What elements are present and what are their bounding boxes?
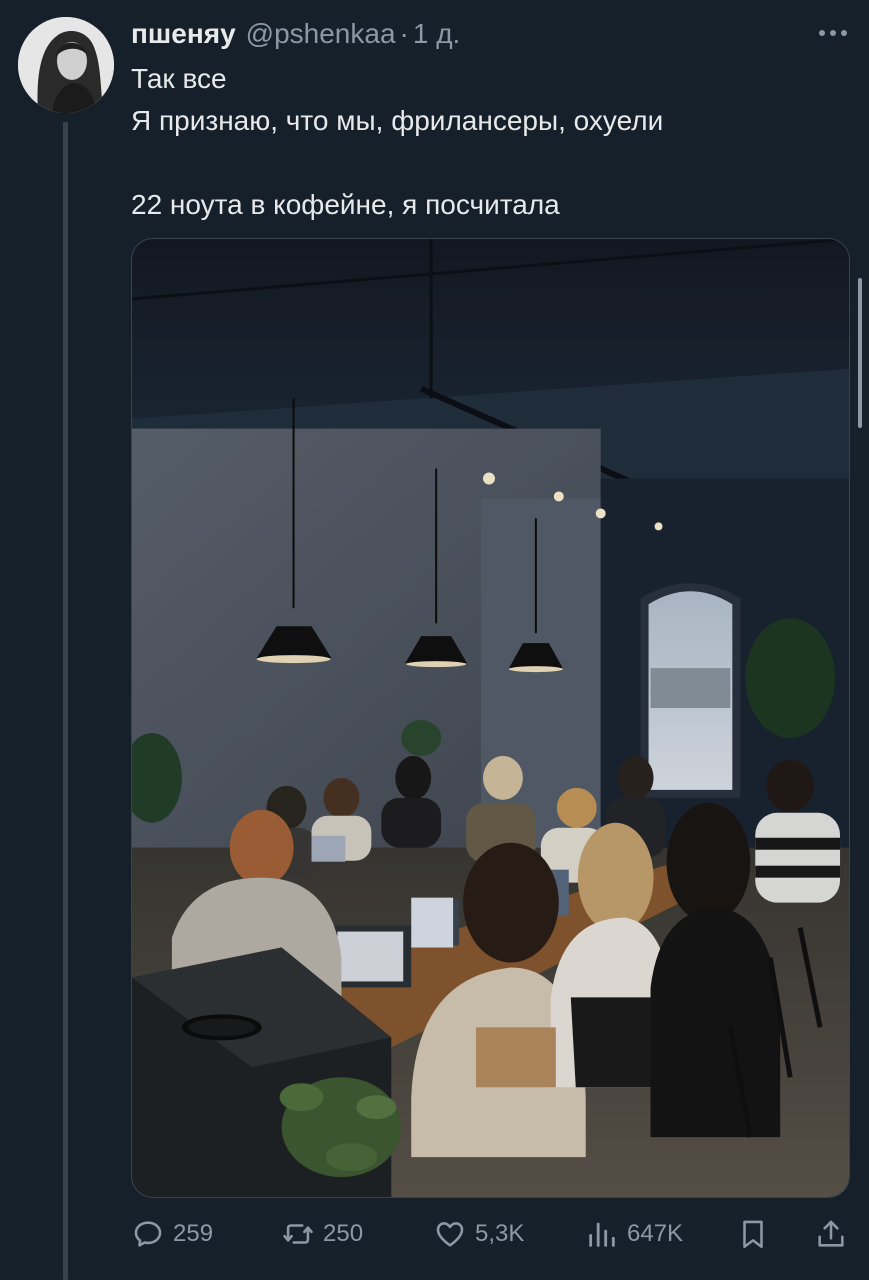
cafe-photo bbox=[132, 239, 849, 1197]
bookmark-icon bbox=[743, 1220, 763, 1249]
action-bar: 259 250 5,3K 647K bbox=[131, 1212, 853, 1256]
views-button[interactable]: 647K bbox=[585, 1212, 683, 1256]
view-count: 647K bbox=[627, 1220, 684, 1247]
scrollbar-thumb[interactable] bbox=[858, 278, 862, 428]
tweet-photo[interactable] bbox=[131, 238, 850, 1198]
avatar[interactable] bbox=[18, 17, 114, 113]
more-icon[interactable] bbox=[819, 28, 847, 38]
reply-count: 259 bbox=[173, 1220, 214, 1247]
retweet-icon bbox=[283, 1224, 313, 1244]
tweet-line: Я признаю, что мы, фрилансеры, охуели bbox=[131, 105, 664, 136]
like-icon bbox=[436, 1222, 464, 1247]
reply-icon bbox=[134, 1221, 162, 1247]
tweet-text: Так все Я признаю, что мы, фрилансеры, о… bbox=[131, 58, 831, 226]
tweet-line: Так все bbox=[131, 63, 227, 94]
user-handle[interactable]: @pshenkaa bbox=[246, 18, 396, 50]
reply-button[interactable]: 259 bbox=[131, 1212, 213, 1256]
tweet-screen: пшеняу @pshenkaa · 1 д. Так все Я призна… bbox=[0, 0, 869, 1280]
retweet-count: 250 bbox=[323, 1220, 364, 1247]
avatar-image bbox=[18, 17, 114, 113]
dot-separator: · bbox=[399, 18, 409, 49]
thread-line bbox=[63, 122, 68, 1280]
share-icon bbox=[818, 1220, 844, 1247]
like-button[interactable]: 5,3K bbox=[433, 1212, 524, 1256]
timestamp[interactable]: 1 д. bbox=[413, 18, 460, 50]
share-button[interactable] bbox=[814, 1212, 848, 1256]
retweet-button[interactable]: 250 bbox=[281, 1212, 363, 1256]
tweet-header: пшеняу @pshenkaa · 1 д. bbox=[131, 14, 460, 54]
like-count: 5,3K bbox=[475, 1220, 525, 1247]
tweet-line: 22 ноута в кофейне, я посчитала bbox=[131, 189, 560, 220]
display-name[interactable]: пшеняу bbox=[131, 18, 236, 50]
views-icon bbox=[589, 1222, 615, 1247]
bookmark-button[interactable] bbox=[736, 1212, 770, 1256]
